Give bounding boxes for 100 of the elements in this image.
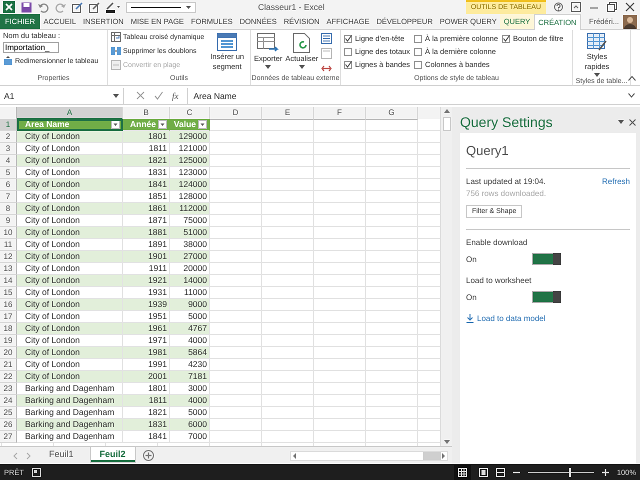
cancel-icon[interactable] bbox=[136, 91, 145, 100]
row-number[interactable]: 22 bbox=[0, 371, 17, 383]
column-header[interactable]: A bbox=[17, 107, 123, 120]
row-number[interactable]: 3 bbox=[0, 143, 17, 155]
zoom-in-icon[interactable] bbox=[602, 468, 609, 476]
row-number[interactable]: 7 bbox=[0, 191, 17, 203]
line-color-icon[interactable] bbox=[106, 2, 120, 12]
refresh-link[interactable]: Refresh bbox=[602, 177, 630, 186]
table-cell: 4000 bbox=[170, 395, 210, 407]
sheet-tab[interactable]: Feuil2 bbox=[90, 447, 135, 462]
scroll-up-icon[interactable] bbox=[442, 107, 450, 115]
row-number[interactable]: 12 bbox=[0, 251, 17, 263]
row-number[interactable]: 23 bbox=[0, 383, 17, 395]
table-cell: City of London bbox=[17, 227, 123, 239]
checkbox[interactable] bbox=[502, 34, 510, 42]
row-number[interactable]: 20 bbox=[0, 347, 17, 359]
scrollbar-thumb[interactable] bbox=[423, 452, 441, 460]
table-cell: 1821 bbox=[123, 155, 170, 167]
table-cell: 1961 bbox=[123, 323, 170, 335]
insert-function-button[interactable]: fx bbox=[172, 90, 178, 100]
pane-title: Query Settings bbox=[460, 114, 554, 130]
checkbox[interactable] bbox=[414, 60, 422, 68]
expand-formula-icon[interactable] bbox=[628, 93, 635, 98]
table-cell: 1841 bbox=[123, 179, 170, 191]
column-header[interactable]: D bbox=[210, 107, 262, 120]
line-style-dropdown[interactable] bbox=[126, 2, 196, 12]
enter-icon[interactable] bbox=[154, 91, 163, 100]
excel-icon[interactable] bbox=[3, 1, 15, 13]
vertical-scrollbar[interactable] bbox=[440, 107, 452, 446]
row-number[interactable]: 10 bbox=[0, 227, 17, 239]
horizontal-scrollbar[interactable] bbox=[290, 450, 448, 460]
restore-icon[interactable] bbox=[607, 2, 617, 12]
row-number[interactable]: 27 bbox=[0, 431, 17, 443]
draw-border-icon[interactable] bbox=[72, 2, 83, 12]
row-number[interactable]: 18 bbox=[0, 323, 17, 335]
zoom-slider-thumb[interactable] bbox=[569, 468, 572, 476]
unlink-icon[interactable] bbox=[321, 63, 332, 74]
row-number[interactable]: 8 bbox=[0, 203, 17, 215]
name-box[interactable]: A1 bbox=[0, 88, 124, 104]
row-number[interactable]: 16 bbox=[0, 299, 17, 311]
ribbon-display-icon[interactable] bbox=[571, 2, 581, 12]
load-data-model-link[interactable]: Load to data model bbox=[466, 314, 630, 323]
slicer-icon bbox=[217, 33, 238, 51]
row-number[interactable]: 24 bbox=[0, 395, 17, 407]
sheet-tab[interactable]: Feuil1 bbox=[40, 447, 83, 462]
column-header[interactable]: E bbox=[262, 107, 314, 120]
checkbox[interactable] bbox=[344, 34, 352, 42]
dropdown-icon bbox=[113, 94, 119, 98]
collapse-ribbon-icon[interactable] bbox=[628, 75, 636, 81]
toggle-switch[interactable] bbox=[532, 253, 561, 265]
table-cell: City of London bbox=[17, 347, 123, 359]
macro-record-icon[interactable] bbox=[32, 468, 42, 476]
row-number[interactable]: 15 bbox=[0, 287, 17, 299]
row-number[interactable]: 2 bbox=[0, 131, 17, 143]
row-number[interactable]: 11 bbox=[0, 239, 17, 251]
table-cell: 6000 bbox=[170, 419, 210, 431]
row-number[interactable]: 19 bbox=[0, 335, 17, 347]
filter-dropdown-icon[interactable] bbox=[198, 120, 207, 129]
row-number[interactable]: 25 bbox=[0, 407, 17, 419]
checkbox[interactable] bbox=[344, 60, 352, 68]
checkbox[interactable] bbox=[414, 48, 422, 56]
close-icon[interactable] bbox=[629, 118, 636, 126]
checkbox[interactable] bbox=[344, 48, 352, 56]
avatar-icon[interactable] bbox=[623, 14, 637, 28]
column-header[interactable]: G bbox=[366, 107, 418, 120]
page-break-icon[interactable] bbox=[496, 468, 505, 476]
query-name: Query1 bbox=[466, 142, 510, 160]
properties-icon[interactable] bbox=[321, 33, 332, 44]
help-icon[interactable] bbox=[554, 2, 563, 12]
close-icon[interactable] bbox=[625, 2, 635, 12]
filter-dropdown-icon[interactable] bbox=[111, 120, 120, 129]
row-number[interactable]: 5 bbox=[0, 167, 17, 179]
add-sheet-icon[interactable] bbox=[142, 450, 154, 461]
row-number[interactable]: 6 bbox=[0, 179, 17, 191]
checkbox[interactable] bbox=[414, 34, 422, 42]
table-cell: 125000 bbox=[170, 155, 210, 167]
table-name-field[interactable]: Importation_ bbox=[3, 42, 59, 53]
filter-dropdown-icon[interactable] bbox=[158, 120, 167, 129]
download-icon bbox=[466, 314, 474, 323]
column-header[interactable]: F bbox=[314, 107, 366, 120]
row-number[interactable]: 1 bbox=[0, 119, 17, 131]
table-cell: 5864 bbox=[170, 347, 210, 359]
formula-field[interactable]: Area Name bbox=[188, 90, 628, 100]
row-number[interactable]: 4 bbox=[0, 155, 17, 167]
row-number[interactable]: 14 bbox=[0, 275, 17, 287]
row-number[interactable]: 13 bbox=[0, 263, 17, 275]
table-cell: 51000 bbox=[170, 227, 210, 239]
normal-view-icon[interactable] bbox=[458, 468, 467, 476]
table-cell: 2001 bbox=[123, 371, 170, 383]
save-icon[interactable] bbox=[21, 2, 32, 12]
row-number[interactable]: 21 bbox=[0, 359, 17, 371]
pane-options-icon[interactable] bbox=[618, 120, 624, 124]
row-number[interactable]: 17 bbox=[0, 311, 17, 323]
row-number[interactable]: 9 bbox=[0, 215, 17, 227]
toggle-switch[interactable] bbox=[532, 291, 561, 303]
scrollbar-thumb[interactable] bbox=[442, 117, 450, 131]
page-layout-icon[interactable] bbox=[478, 468, 488, 476]
table-cell: Barking and Dagenham bbox=[17, 419, 123, 431]
undo-icon[interactable] bbox=[38, 2, 49, 12]
row-number[interactable]: 26 bbox=[0, 419, 17, 431]
